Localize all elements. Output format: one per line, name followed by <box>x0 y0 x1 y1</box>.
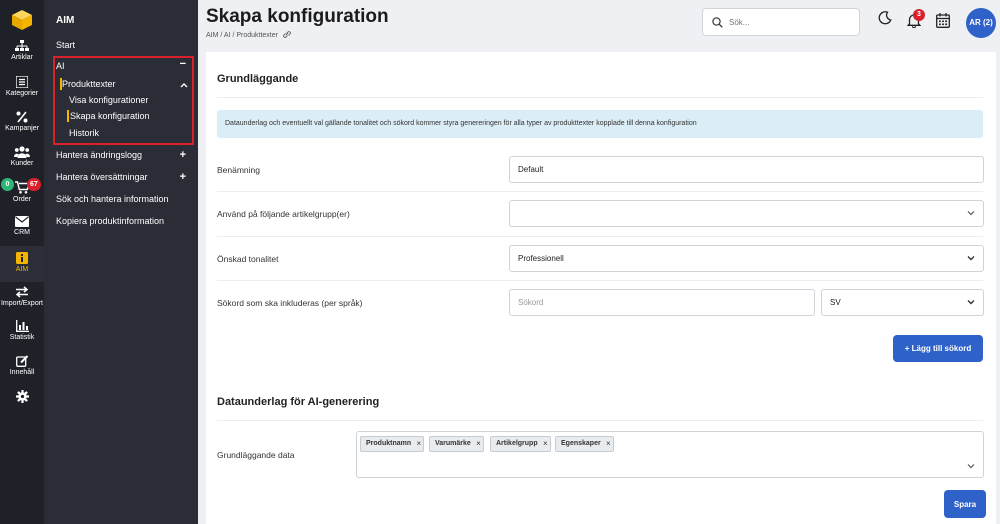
tag-label: Varumärke <box>435 440 471 447</box>
form-card: Grundläggande Dataunderlag och eventuell… <box>206 52 996 524</box>
dark-mode-moon-icon[interactable] <box>878 11 892 25</box>
sidebar-item-sok-hantera[interactable]: Sök och hantera information <box>56 194 169 204</box>
users-icon <box>14 146 30 158</box>
mail-icon <box>15 216 29 227</box>
rail-item-innehall[interactable]: Innehåll <box>0 355 44 381</box>
breadcrumb: AIM / AI / Produkttexter <box>206 31 291 39</box>
remove-tag-icon[interactable]: × <box>543 437 548 451</box>
divider <box>217 280 983 281</box>
label-artikelgrupp: Använd på följande artikelgrupp(er) <box>217 209 350 219</box>
tag-produktnamn: Produktnamn × <box>360 436 425 452</box>
rail-item-kunder[interactable]: Kunder <box>0 146 44 172</box>
highlight-annotation-box <box>53 56 194 145</box>
chevron-down-icon <box>967 256 975 261</box>
divider <box>217 420 983 421</box>
chevron-down-icon <box>967 464 975 469</box>
rail-label: AIM <box>15 266 29 273</box>
info-alert: Dataunderlag och eventuellt val gällande… <box>217 110 983 138</box>
chevron-down-icon <box>967 211 975 216</box>
search-input[interactable] <box>729 15 849 29</box>
swap-icon <box>15 286 29 298</box>
artikelgrupp-select[interactable] <box>509 200 984 227</box>
rail-item-kampanjer[interactable]: Kampanjer <box>0 111 44 137</box>
expand-plus-icon[interactable]: + <box>180 171 186 183</box>
order-badge-new: 0 <box>1 178 14 191</box>
order-badge-count: 67 <box>27 178 41 191</box>
rail-item-import-export[interactable]: Import/Export <box>0 286 44 312</box>
page-title: Skapa konfiguration <box>206 6 389 27</box>
info-icon <box>16 252 28 264</box>
list-icon <box>16 76 28 88</box>
calendar-icon[interactable] <box>936 13 950 28</box>
percent-icon <box>16 111 28 123</box>
user-avatar[interactable]: AR (2) <box>966 8 996 38</box>
add-keyword-button[interactable]: + Lägg till sökord <box>893 335 983 362</box>
rail-item-settings[interactable] <box>0 390 44 406</box>
sidebar-item-andringslogg[interactable]: Hantera ändringslogg <box>56 150 142 160</box>
benamning-input[interactable]: Default <box>509 156 984 183</box>
sidebar-item-kopiera[interactable]: Kopiera produktinformation <box>56 216 164 226</box>
rail-item-crm[interactable]: CRM <box>0 216 44 242</box>
divider <box>217 97 983 98</box>
rail-item-kategorier[interactable]: Kategorier <box>0 76 44 102</box>
label-grunddata: Grundläggande data <box>217 450 295 460</box>
rail-label: Kategorier <box>5 90 39 97</box>
rail-label: Innehåll <box>9 369 35 376</box>
rail-label: Kunder <box>10 160 34 167</box>
tonalitet-select[interactable]: Professionell <box>509 245 984 272</box>
tag-label: Egenskaper <box>561 440 601 447</box>
remove-tag-icon[interactable]: × <box>416 437 421 451</box>
sidebar-section-title: AIM <box>56 15 75 26</box>
rail-label: Artiklar <box>11 54 33 61</box>
rail-label: Statistik <box>9 334 35 341</box>
rail-label: CRM <box>14 229 30 236</box>
divider <box>217 236 983 237</box>
expand-plus-icon[interactable]: + <box>180 149 186 161</box>
sidebar-item-start[interactable]: Start <box>56 40 75 50</box>
tag-label: Produktnamn <box>366 440 412 447</box>
grunddata-multiselect[interactable]: Produktnamn × Varumärke × Artikelgrupp × Eg… <box>356 431 984 478</box>
sokord-input[interactable]: Sökord <box>509 289 815 316</box>
chart-icon <box>15 320 29 332</box>
label-benamning: Benämning <box>217 165 261 175</box>
link-icon[interactable] <box>283 31 291 38</box>
label-sokord: Sökord som ska inkluderas (per språk) <box>217 298 363 308</box>
chevron-down-icon <box>967 300 975 305</box>
rail-label: Order <box>13 196 31 203</box>
search-icon <box>712 17 723 28</box>
logo-box-icon[interactable] <box>10 8 34 32</box>
label-tonalitet: Önskad tonalitet <box>217 254 279 264</box>
tag-egenskaper: Egenskaper × <box>555 436 614 452</box>
divider <box>217 191 983 192</box>
sitemap-icon <box>15 40 29 51</box>
tonalitet-value: Professionell <box>518 254 564 263</box>
search-box[interactable] <box>702 8 860 36</box>
rail-item-aim[interactable]: AIM <box>0 246 44 282</box>
rail-label: Kampanjer <box>5 125 39 132</box>
tag-artikelgrupp: Artikelgrupp × <box>490 436 551 452</box>
edit-icon <box>15 355 28 367</box>
save-button[interactable]: Spara <box>944 490 986 518</box>
icon-rail: Artiklar Kategorier Kampanjer Kunder 0 6… <box>0 0 44 524</box>
remove-tag-icon[interactable]: × <box>476 437 481 451</box>
rail-item-artiklar[interactable]: Artiklar <box>0 40 44 66</box>
section-title-grundlaggande: Grundläggande <box>217 73 299 85</box>
tag-varumarke: Varumärke × <box>429 436 484 452</box>
rail-item-order[interactable]: 0 67 Order <box>0 178 44 207</box>
gear-icon <box>15 390 29 403</box>
tag-label: Artikelgrupp <box>496 440 538 447</box>
language-select[interactable]: SV <box>821 289 984 316</box>
section-title-dataunderlag: Dataunderlag för AI-generering <box>217 396 380 408</box>
language-value: SV <box>830 298 841 307</box>
breadcrumb-text[interactable]: AIM / AI / Produkttexter <box>206 32 278 39</box>
rail-item-statistik[interactable]: Statistik <box>0 320 44 346</box>
rail-label: Import/Export <box>0 300 43 307</box>
sidebar-item-oversattningar[interactable]: Hantera översättningar <box>56 172 148 182</box>
remove-tag-icon[interactable]: × <box>606 437 611 451</box>
notification-badge: 3 <box>913 9 925 21</box>
